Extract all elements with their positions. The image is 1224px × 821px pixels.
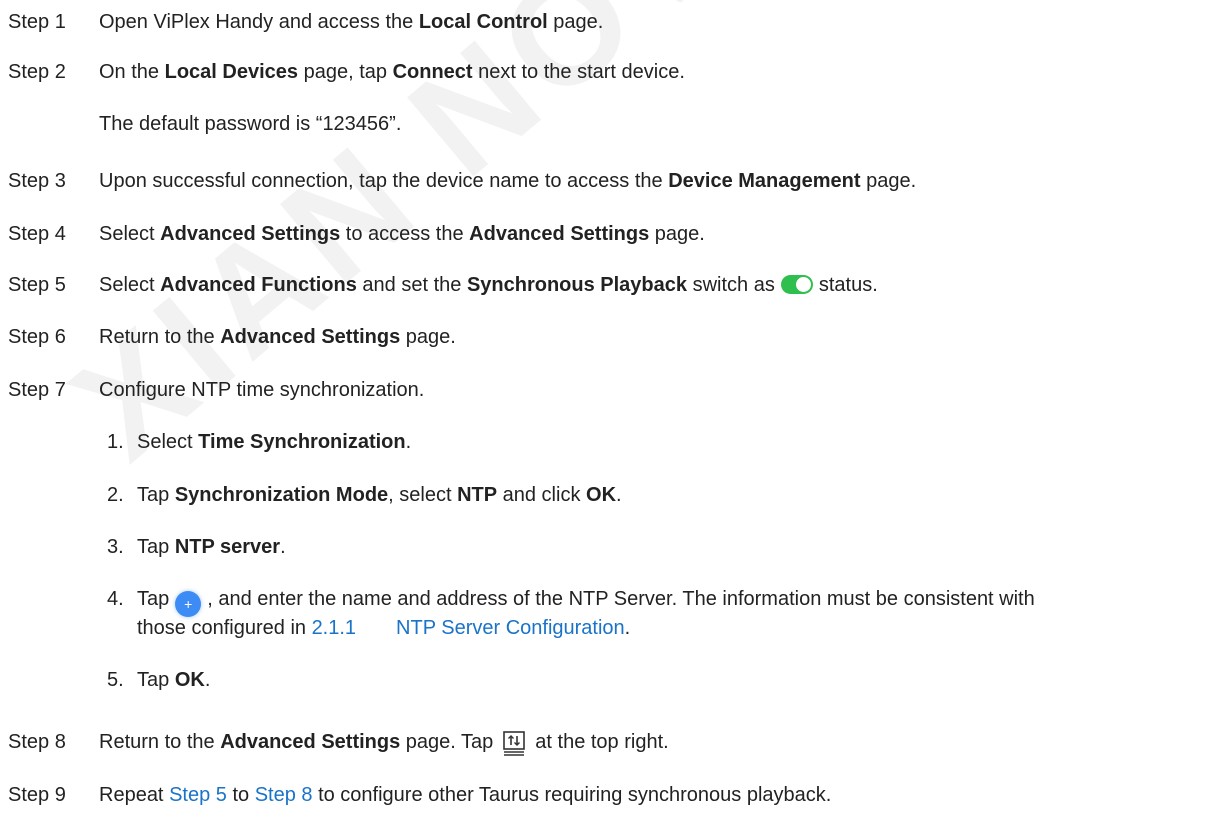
substep-number: 4.: [107, 588, 124, 610]
step-5: Step 5 Select Advanced Functions and set …: [8, 273, 878, 297]
substep-number: 2.: [107, 484, 124, 506]
step-text: Open ViPlex Handy and access the: [99, 11, 419, 33]
step-text: and click: [497, 484, 587, 506]
step-text: .: [280, 536, 286, 558]
step-text: Return to the: [99, 731, 221, 753]
ui-term: Time Synchronization: [198, 431, 406, 453]
step-text: page.: [400, 326, 456, 348]
ui-term: Advanced Settings: [220, 326, 401, 348]
ui-term: NTP server: [174, 536, 281, 558]
substep-5: 5. Tap OK.: [107, 668, 210, 692]
step-text: Select: [137, 431, 199, 453]
ui-term: NTP: [457, 484, 498, 506]
step-text: at the top right.: [535, 731, 669, 753]
step-text: to access the: [340, 223, 470, 245]
ui-term: Connect: [392, 61, 473, 83]
step-3: Step 3 Upon successful connection, tap th…: [8, 169, 916, 193]
step-text: , select: [388, 484, 458, 506]
section-title: NTP Server Configuration: [396, 617, 625, 639]
sync-monitor-icon: [501, 730, 527, 762]
step-label: Step 1: [8, 11, 66, 33]
step-text: Configure NTP time synchronization.: [99, 379, 425, 401]
step-label: Step 7: [8, 379, 66, 401]
step-8-link[interactable]: Step 8: [255, 784, 313, 806]
substep-4-continued: those configured in 2.1.1 NTP Server Conf…: [137, 616, 630, 640]
step-8: Step 8 Return to the Advanced Settings pa…: [8, 730, 669, 762]
ui-term: Synchronization Mode: [174, 484, 389, 506]
step-text: status.: [818, 274, 878, 296]
step-label: Step 3: [8, 170, 66, 192]
step-text: .: [405, 431, 412, 453]
substep-2: 2. Tap Synchronization Mode, select NTP a…: [107, 483, 622, 507]
step-text: Tap: [137, 536, 175, 558]
step-9: Step 9 Repeat Step 5 to Step 8 to configu…: [8, 783, 831, 807]
password-note: The default password is “123456”.: [99, 113, 402, 135]
step-text: page, tap: [298, 61, 393, 83]
step-text: page. Tap: [400, 731, 494, 753]
step-label: Step 6: [8, 326, 66, 348]
ui-term: Advanced Settings: [160, 223, 341, 245]
step-text: Upon successful connection, tap the devi…: [99, 170, 669, 192]
ui-term: Advanced Settings: [220, 731, 401, 753]
step-text: Tap: [137, 588, 170, 610]
step-text: Repeat: [99, 784, 170, 806]
step-4: Step 4 Select Advanced Settings to access…: [8, 222, 705, 246]
step-text: Return to the: [99, 326, 221, 348]
step-text: Select: [99, 274, 161, 296]
ui-term: Local Control: [418, 11, 548, 33]
step-text: and set the: [356, 274, 467, 296]
ui-term: Advanced Functions: [160, 274, 357, 296]
step-text: those configured in: [137, 617, 312, 639]
substep-number: 5.: [107, 669, 124, 691]
step-text: .: [624, 617, 631, 639]
step-6: Step 6 Return to the Advanced Settings pa…: [8, 325, 456, 349]
step-text: Tap: [137, 669, 175, 691]
substep-number: 1.: [107, 431, 124, 453]
step-text: On the: [99, 61, 165, 83]
step-1: Step 1 Open ViPlex Handy and access the L…: [8, 10, 603, 34]
step-text: to configure other Taurus requiring sync…: [312, 784, 832, 806]
ui-term: Local Devices: [164, 61, 299, 83]
step-text: switch as: [687, 274, 775, 296]
step-text: , and enter the name and address of the …: [207, 588, 1035, 610]
substep-number: 3.: [107, 536, 124, 558]
step-label: Step 2: [8, 61, 66, 83]
substep-1: 1. Select Time Synchronization.: [107, 430, 411, 454]
step-7: Step 7 Configure NTP time synchronization…: [8, 378, 424, 402]
section-link[interactable]: 2.1.1 NTP Server Configuration: [312, 617, 625, 639]
step-text: page.: [860, 170, 917, 192]
step-text: next to the start device.: [472, 61, 685, 83]
step-label: Step 9: [8, 784, 66, 806]
substep-3: 3. Tap NTP server.: [107, 535, 286, 559]
step-text: Tap: [137, 484, 175, 506]
step-label: Step 4: [8, 223, 66, 245]
step-label: Step 5: [8, 274, 66, 296]
substep-4: 4. Tap +, and enter the name and address o…: [107, 587, 1035, 617]
section-number: 2.1.1: [311, 617, 357, 639]
step-text: .: [616, 484, 622, 506]
step-text: page.: [649, 223, 705, 245]
step-text: to: [226, 784, 255, 806]
step-label: Step 8: [8, 731, 66, 753]
step-5-link[interactable]: Step 5: [169, 784, 227, 806]
ui-term: Advanced Settings: [469, 223, 650, 245]
add-circle-icon: +: [175, 591, 202, 617]
step-text: page.: [547, 11, 604, 33]
ui-term: OK: [586, 484, 617, 506]
toggle-on-icon: [780, 275, 813, 294]
ui-term: OK: [174, 669, 205, 691]
ui-term: Synchronous Playback: [466, 274, 688, 296]
step-text: .: [204, 669, 211, 691]
step-text: Select: [99, 223, 161, 245]
ui-term: Device Management: [668, 170, 861, 192]
step-2: Step 2 On the Local Devices page, tap Con…: [8, 60, 685, 84]
